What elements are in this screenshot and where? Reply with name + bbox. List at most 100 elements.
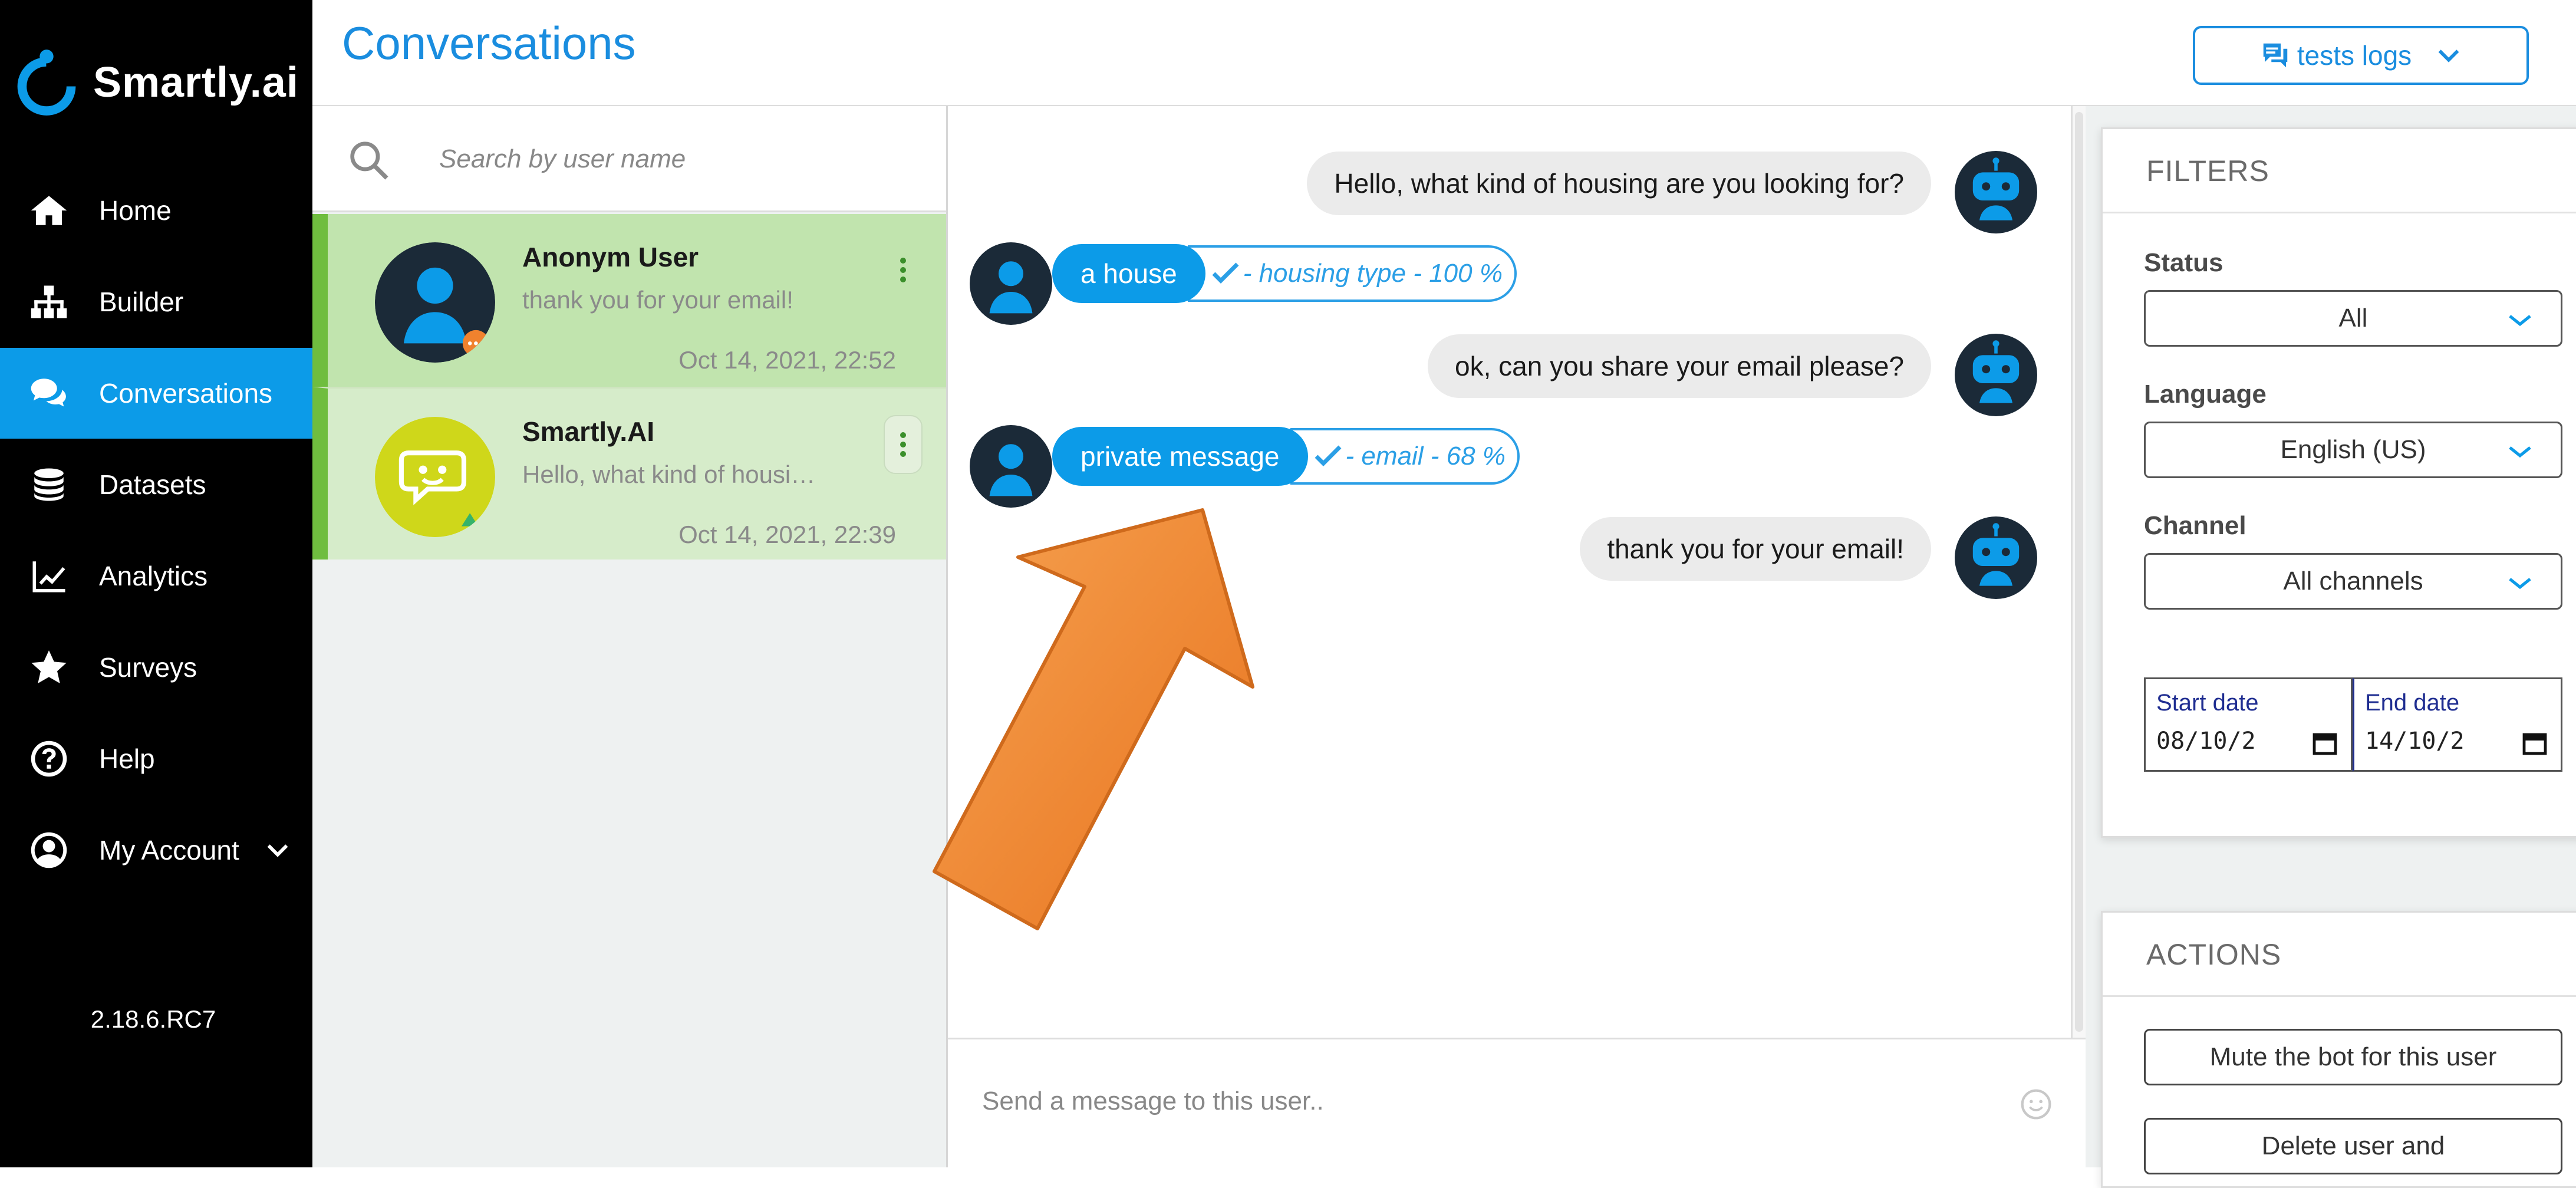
status-select[interactable]: All	[2144, 290, 2562, 347]
actions-title: ACTIONS	[2146, 938, 2282, 971]
bot-message: Hello, what kind of housing are you look…	[1307, 152, 1931, 215]
intent-tag-label: - housing type - 100 %	[1243, 259, 1503, 288]
conversation-name: Smartly.AI	[522, 416, 655, 447]
star-icon	[28, 647, 70, 688]
channel-select-value: All channels	[2283, 567, 2423, 595]
calendar-icon[interactable]	[2521, 729, 2549, 757]
sidebar-item-my-account[interactable]: My Account	[0, 805, 312, 896]
sidebar-item-surveys[interactable]: Surveys	[0, 622, 312, 713]
search-bar	[312, 106, 946, 212]
channel-label: Channel	[2144, 511, 2246, 540]
brand-name: Smartly.ai	[93, 59, 299, 106]
calendar-icon[interactable]	[2311, 729, 2339, 757]
sidebar-item-label: Home	[99, 195, 172, 226]
mute-bot-button[interactable]: Mute the bot for this user	[2144, 1029, 2562, 1085]
user-message: private message - email - 68 %	[1052, 427, 1520, 486]
conversation-preview: Hello, what kind of housing are you look…	[522, 460, 829, 488]
start-date-field[interactable]: Start date 08/10/2	[2144, 677, 2353, 772]
search-icon[interactable]	[345, 137, 393, 184]
question-circle-icon	[28, 738, 70, 779]
user-avatar	[375, 242, 495, 363]
chevron-down-icon	[2438, 50, 2459, 62]
sidebar: Smartly.ai Home Builder Conversations Da…	[0, 0, 312, 1167]
right-panel: FILTERS Status All Language English (US)…	[2086, 106, 2576, 1188]
annotation-arrow	[933, 508, 1254, 930]
conversation-menu-button[interactable]	[884, 415, 923, 474]
user-avatar-icon	[970, 425, 1052, 508]
sidebar-item-label: Builder	[99, 287, 184, 317]
chat-scrollbar[interactable]	[2071, 106, 2087, 1038]
sidebar-item-help[interactable]: Help	[0, 713, 312, 804]
bot-avatar-icon	[1955, 151, 2037, 233]
divider	[2103, 212, 2576, 213]
bot-message: ok, can you share your email please?	[1428, 334, 1931, 398]
conversation-menu-button[interactable]	[884, 241, 923, 300]
checkmark-icon	[1315, 445, 1341, 466]
user-avatar-icon	[970, 242, 1052, 325]
scrollbar-thumb[interactable]	[2075, 112, 2083, 1032]
divider	[2103, 995, 2576, 997]
status-label: Status	[2144, 248, 2223, 277]
chevron-down-icon	[267, 844, 288, 857]
channel-select[interactable]: All channels	[2144, 553, 2562, 610]
language-select[interactable]: English (US)	[2144, 422, 2562, 478]
status-select-value: All	[2338, 304, 2368, 333]
app-version: 2.18.6.RC7	[90, 1005, 216, 1033]
conversation-item[interactable]: Smartly.AI Hello, what kind of housing a…	[312, 387, 946, 560]
user-circle-icon	[28, 830, 70, 871]
user-message: a house - housing type - 100 %	[1052, 244, 1517, 303]
sidebar-item-label: Surveys	[99, 652, 197, 683]
home-icon	[28, 190, 70, 231]
message-input[interactable]	[982, 1081, 1984, 1122]
page-title: Conversations	[342, 17, 636, 69]
bot-avatar-icon	[1955, 334, 2037, 416]
bot-avatar	[375, 417, 495, 537]
conversation-item[interactable]: Anonym User thank you for your email! Oc…	[312, 214, 946, 387]
intent-tag[interactable]: - housing type - 100 %	[1187, 245, 1517, 302]
sidebar-item-label: Conversations	[99, 378, 273, 409]
brand-logo[interactable]: Smartly.ai	[8, 41, 299, 124]
chat-bubbles-icon	[28, 373, 70, 414]
sidebar-item-label: My Account	[99, 835, 239, 866]
sidebar-item-datasets[interactable]: Datasets	[0, 439, 312, 530]
message-composer	[948, 1038, 2086, 1167]
delete-user-button[interactable]: Delete user and	[2144, 1118, 2562, 1174]
kebab-menu-icon	[900, 432, 906, 457]
language-select-value: English (US)	[2280, 435, 2426, 464]
checkmark-icon	[1212, 262, 1239, 284]
kebab-menu-icon	[900, 258, 906, 282]
emoji-icon[interactable]	[2020, 1088, 2053, 1121]
user-message-bubble: private message	[1052, 427, 1308, 486]
actions-card: ACTIONS Mute the bot for this user Delet…	[2101, 911, 2576, 1188]
chevron-down-icon	[2509, 315, 2531, 327]
line-chart-icon	[28, 555, 70, 597]
filters-title: FILTERS	[2146, 154, 2269, 187]
search-input[interactable]	[439, 136, 911, 183]
start-date-label: Start date	[2156, 690, 2259, 716]
sidebar-item-conversations[interactable]: Conversations	[0, 348, 312, 439]
conversation-timestamp: Oct 14, 2021, 22:39	[678, 521, 896, 548]
end-date-field[interactable]: End date 14/10/2	[2353, 677, 2562, 772]
sidebar-item-builder[interactable]: Builder	[0, 256, 312, 347]
sidebar-item-label: Datasets	[99, 469, 206, 500]
language-label: Language	[2144, 380, 2267, 409]
chevron-down-icon	[2509, 578, 2531, 590]
sidebar-item-analytics[interactable]: Analytics	[0, 531, 312, 621]
smartly-logo-icon	[17, 50, 76, 116]
sidebar-item-label: Help	[99, 743, 155, 774]
sitemap-icon	[28, 281, 70, 322]
bot-message: thank you for your email!	[1580, 517, 1931, 581]
conversation-list: Anonym User thank you for your email! Oc…	[312, 106, 948, 1167]
logs-chat-icon	[2263, 43, 2288, 68]
intent-tag-label: - email - 68 %	[1345, 442, 1506, 470]
logs-select[interactable]: tests logs	[2193, 26, 2529, 85]
database-icon	[28, 464, 70, 505]
chevron-down-icon	[2509, 446, 2531, 458]
sidebar-item-home[interactable]: Home	[0, 165, 312, 256]
start-date-value: 08/10/2	[2156, 728, 2256, 755]
end-date-value: 14/10/2	[2365, 728, 2465, 755]
user-message-bubble: a house	[1052, 244, 1205, 303]
end-date-label: End date	[2365, 690, 2460, 716]
sidebar-item-label: Analytics	[99, 561, 208, 591]
intent-tag[interactable]: - email - 68 %	[1290, 428, 1520, 485]
